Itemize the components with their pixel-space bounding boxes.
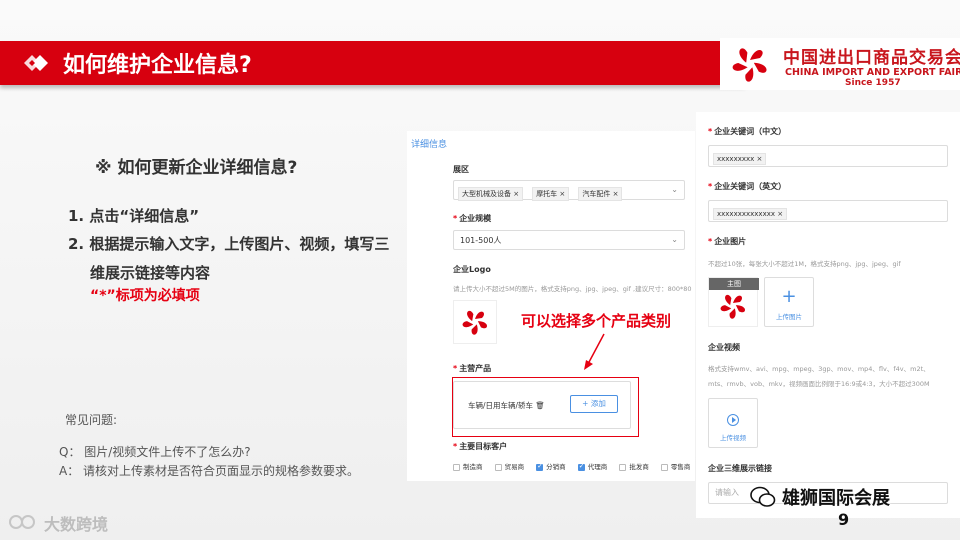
step-2: 2. 根据提示输入文字，上传图片、视频，填写三 [68, 235, 390, 253]
customer-label: * 主要目标客户 [453, 442, 508, 451]
customer-option[interactable]: 贸易商 [494, 461, 524, 471]
customer-option[interactable]: 代理商 [577, 461, 607, 471]
upload-image-button[interactable]: + 上传图片 [764, 277, 814, 327]
logo-label: 企业Logo [453, 265, 491, 274]
main-image-thumbnail[interactable]: 主图 [708, 277, 759, 327]
scale-value: 101-500人 [460, 236, 502, 245]
upload-video-button[interactable]: 上传视频 [708, 398, 758, 448]
page-number: 9 [838, 510, 850, 529]
logo-hint: 请上传大小不超过5M的图片，格式支持png、jpg、jpeg、gif ,建议尺寸… [453, 285, 692, 293]
play-icon [727, 414, 739, 426]
customer-checkbox-group: 制造商 贸易商 分销商 代理商 批发商 零售商 [453, 461, 695, 471]
upload-video-label: 上传视频 [720, 434, 746, 442]
company-video-label: 企业视频 [708, 343, 740, 352]
canton-fair-flower-icon [732, 48, 767, 82]
video-hint-line1: 格式支持wmv、avi、mpg、mpeg、3gp、mov、mp4、flv、f4v… [708, 365, 930, 373]
checkbox-checked[interactable] [536, 462, 544, 471]
customer-option[interactable]: 分销商 [536, 461, 566, 471]
keyword-tag[interactable]: xxxxxxxxxxxxxx × [713, 208, 788, 220]
upload-image-label: 上传图片 [776, 313, 802, 321]
keywords-cn-input[interactable]: xxxxxxxxx × [708, 145, 948, 167]
plus-icon: + [781, 286, 797, 307]
main-image-caption: 主图 [709, 278, 759, 290]
keywords-en-input[interactable]: xxxxxxxxxxxxxx × [708, 200, 948, 222]
checkbox-checked[interactable] [577, 462, 585, 471]
watermark-left: 大数跨境 [44, 515, 109, 534]
company-logo-thumbnail[interactable] [453, 300, 497, 344]
watermark-right: 雄狮国际会展 [782, 488, 890, 509]
customer-option[interactable]: 批发商 [619, 461, 649, 471]
faq-question: Q： 图片/视频文件上传不了怎么办? [59, 445, 251, 459]
wechat-icon [750, 486, 776, 507]
fair-name-cn: 中国进出口商品交易会 [783, 48, 960, 68]
tab-detail-info[interactable]: 详细信息 [411, 137, 447, 150]
3d-link-label: 企业三维展示链接 [708, 464, 772, 473]
customer-option[interactable]: 制造商 [453, 461, 483, 471]
keywords-en-label: * 企业关键词（英文） [708, 182, 787, 191]
customer-option[interactable]: 零售商 [660, 461, 690, 471]
diamond-icon [24, 55, 48, 71]
step-1: 1. 点击“详细信息” [68, 207, 200, 225]
images-hint: 不超过10张，每张大小不超过1M，格式支持png、jpg、jpeg、gif [708, 260, 901, 268]
page-title: 如何维护企业信息? [63, 53, 252, 78]
callout-text: 可以选择多个产品类别 [521, 312, 672, 330]
exhibit-label: 展区 [453, 165, 469, 174]
required-note: “*”标项为必填项 [90, 288, 200, 304]
canton-fair-flower-icon [462, 310, 487, 335]
callout-arrow-icon [584, 333, 605, 370]
detail-form-right-screenshot: * 企业关键词（中文） xxxxxxxxx × * 企业关键词（英文） xxxxxx… [696, 112, 960, 518]
exhibit-select[interactable]: 大型机械及设备 × 摩托车 × 汽车配件 × ⌄ [453, 180, 685, 201]
company-images-label: * 企业图片 [708, 237, 747, 246]
keyword-tag[interactable]: xxxxxxxxx × [713, 153, 767, 165]
chevron-down-icon: ⌄ [671, 235, 678, 244]
fair-since: Since 1957 [845, 78, 901, 88]
checkbox[interactable] [494, 463, 502, 471]
highlight-frame [452, 377, 639, 437]
faq-title: 常见问题: [65, 413, 118, 427]
product-label: * 主营产品 [453, 364, 492, 373]
exhibit-tag[interactable]: 汽车配件 × [578, 187, 623, 201]
video-hint-line2: mts、rmvb、vob、mkv，视频画面比例限于16:9或4:3，大小不超过3… [708, 380, 930, 388]
brand-mark-icon [9, 515, 35, 529]
exhibit-tag[interactable]: 大型机械及设备 × [458, 187, 524, 201]
fair-name-en: CHINA IMPORT AND EXPORT FAIR [785, 67, 960, 78]
step-2-continued: 维展示链接等内容 [90, 264, 211, 282]
faq-answer: A： 请核对上传素材是否符合页面显示的规格参数要求。 [59, 464, 360, 478]
checkbox[interactable] [619, 463, 627, 471]
scale-select[interactable]: 101-500人 ⌄ [453, 230, 685, 250]
exhibit-tag[interactable]: 摩托车 × [532, 187, 570, 201]
checkbox[interactable] [660, 463, 668, 471]
keywords-cn-label: * 企业关键词（中文） [708, 127, 787, 136]
checkbox[interactable] [453, 463, 460, 471]
3d-link-placeholder: 请输入 [715, 488, 739, 497]
scale-label: * 企业规模 [453, 214, 492, 223]
chevron-down-icon: ⌄ [671, 185, 678, 194]
section-heading: ※ 如何更新企业详细信息? [95, 158, 298, 178]
